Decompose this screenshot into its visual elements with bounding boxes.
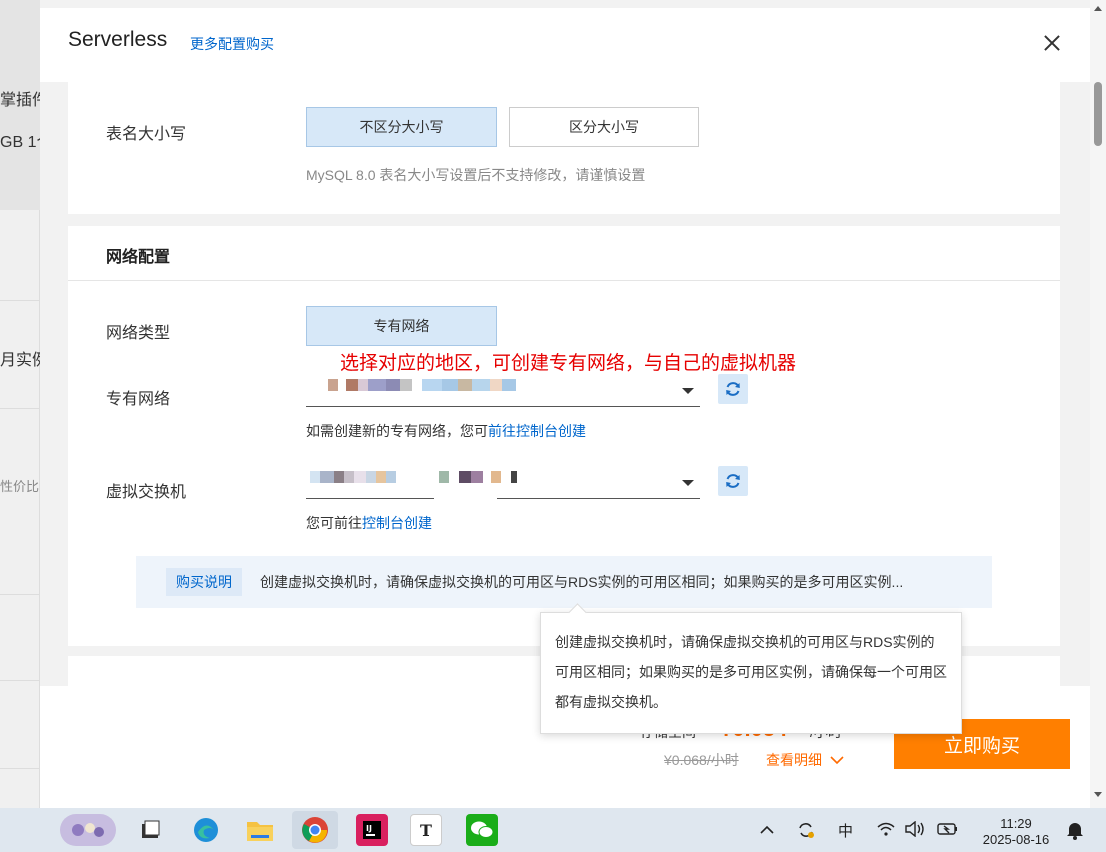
user-annotation: 选择对应的地区，可创建专有网络，与自己的虚拟机器: [340, 353, 797, 374]
background-text: 月实例: [0, 352, 40, 369]
divider: [0, 594, 40, 595]
refresh-vswitch-button[interactable]: [718, 466, 748, 496]
divider: [0, 680, 40, 681]
taskbar: IJ T 中 11:29 2025-08-16: [0, 808, 1106, 852]
refresh-icon: [726, 382, 740, 396]
clock-date: 2025-08-16: [982, 832, 1050, 847]
chevron-down-icon: [830, 756, 844, 765]
network-type-label: 网络类型: [106, 325, 171, 342]
edge-browser-icon[interactable]: [190, 814, 222, 846]
svg-text:IJ: IJ: [366, 824, 372, 833]
original-price: ¥0.068/小时: [664, 752, 739, 768]
battery-icon[interactable]: [936, 821, 960, 841]
tray-overflow-icon[interactable]: [760, 822, 774, 839]
more-config-link[interactable]: 更多配置购买: [190, 34, 274, 54]
jetbrains-icon[interactable]: IJ: [356, 814, 388, 846]
background-text: 掌插件: [0, 92, 40, 109]
scroll-down-arrow-icon[interactable]: [1094, 792, 1102, 797]
vpc-console-link[interactable]: 前往控制台创建: [488, 423, 586, 439]
vpc-select[interactable]: [306, 375, 700, 407]
section-title: 网络配置: [106, 249, 171, 266]
vpc-hint: 如需创建新的专有网络，您可前往控制台创建: [306, 421, 586, 441]
option-vpc[interactable]: 专有网络: [306, 306, 497, 346]
purchase-notice-tag: 购买说明: [166, 568, 242, 596]
background-text: 性价比: [0, 479, 40, 494]
vswitch-console-link[interactable]: 控制台创建: [362, 515, 432, 531]
view-details-label: 查看明细: [766, 752, 822, 768]
purchase-notice: 购买说明 创建虚拟交换机时，请确保虚拟交换机的可用区与RDS实例的可用区相同；如…: [136, 556, 992, 608]
table-case-card: 表名大小写 不区分大小写 区分大小写 MySQL 8.0 表名大小写设置后不支持…: [68, 82, 1060, 214]
background-page: 掌插件 GB 1个 月实例 性价比: [0, 0, 40, 808]
folder-icon[interactable]: [244, 814, 276, 846]
typora-icon[interactable]: T: [410, 814, 442, 846]
close-icon[interactable]: [1040, 31, 1064, 55]
view-details-link[interactable]: 查看明细: [766, 750, 844, 770]
divider: [68, 280, 1060, 281]
table-case-label: 表名大小写: [106, 126, 187, 143]
divider: [0, 768, 40, 769]
ime-indicator[interactable]: 中: [838, 820, 853, 841]
chrome-browser-icon[interactable]: [292, 811, 338, 849]
sync-icon[interactable]: [796, 820, 816, 844]
divider: [0, 300, 40, 301]
scrollbar[interactable]: [1090, 0, 1106, 808]
vswitch-hint: 您可前往控制台创建: [306, 513, 432, 533]
notification-icon[interactable]: [1066, 820, 1084, 844]
refresh-vpc-button[interactable]: [718, 374, 748, 404]
vswitch-select[interactable]: [439, 467, 700, 499]
system-clock[interactable]: 11:29 2025-08-16: [976, 816, 1056, 848]
purchase-notice-tooltip: 创建虚拟交换机时，请确保虚拟交换机的可用区与RDS实例的可用区相同；如果购买的是…: [540, 612, 962, 734]
vswitch-zone-select[interactable]: [306, 467, 434, 499]
drawer-title: Serverless: [68, 28, 168, 51]
network-config-card: 网络配置 网络类型 专有网络 专有网络 如需创建新的专有网络，您可前往控制台创建…: [68, 226, 1060, 646]
purchase-notice-text[interactable]: 创建虚拟交换机时，请确保虚拟交换机的可用区与RDS实例的可用区相同；如果购买的是…: [260, 572, 903, 592]
scroll-up-arrow-icon[interactable]: [1094, 6, 1102, 11]
chevron-down-icon: [682, 480, 694, 486]
option-case-sensitive[interactable]: 区分大小写: [509, 107, 699, 147]
scroll-thumb[interactable]: [1094, 82, 1102, 146]
chevron-down-icon: [682, 388, 694, 394]
drawer-header: Serverless 更多配置购买: [40, 0, 1090, 82]
redacted-value: [439, 471, 517, 483]
widgets-icon[interactable]: [60, 814, 116, 846]
divider: [0, 408, 40, 409]
option-case-insensitive[interactable]: 不区分大小写: [306, 107, 497, 147]
clock-time: 11:29: [1000, 816, 1032, 831]
vpc-label: 专有网络: [106, 391, 171, 408]
vswitch-label: 虚拟交换机: [106, 484, 187, 501]
wifi-icon[interactable]: [876, 821, 896, 841]
file-manager-icon[interactable]: [134, 814, 166, 846]
refresh-icon: [726, 474, 740, 488]
wechat-icon[interactable]: [466, 814, 498, 846]
table-case-hint: MySQL 8.0 表名大小写设置后不支持修改，请谨慎设置: [306, 167, 646, 183]
vpc-hint-text: 如需创建新的专有网络，您可: [306, 423, 488, 439]
redacted-value: [310, 379, 516, 391]
vswitch-hint-text: 您可前往: [306, 515, 362, 531]
volume-icon[interactable]: [904, 820, 926, 841]
redacted-value: [310, 471, 396, 483]
background-text: GB 1个: [0, 134, 40, 151]
